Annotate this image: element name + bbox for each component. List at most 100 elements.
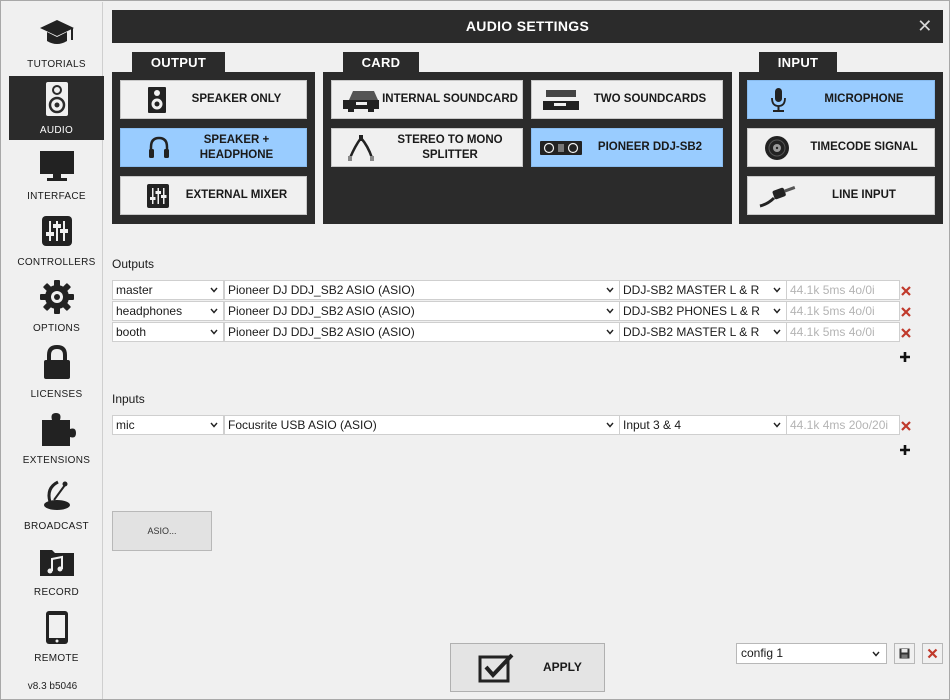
output-name-select[interactable]: master	[112, 280, 224, 300]
input-line-input-button[interactable]: LINE INPUT	[747, 176, 935, 215]
sidebar-item-label: EXTENSIONS	[22, 455, 91, 466]
input-device-value: Focusrite USB ASIO (ASIO)	[228, 418, 377, 432]
input-name-select[interactable]: mic	[112, 415, 224, 435]
output-name-select[interactable]: headphones	[112, 301, 224, 321]
chevron-down-icon	[606, 308, 614, 314]
add-output-icon[interactable]	[899, 351, 911, 363]
card-tab-label: CARD	[343, 52, 419, 72]
monitor-icon	[40, 151, 74, 181]
asio-settings-button[interactable]: ASIO...	[112, 511, 212, 551]
save-config-button[interactable]	[894, 643, 915, 664]
sidebar-item-label: REMOTE	[34, 653, 79, 664]
chevron-down-icon	[606, 422, 614, 428]
input-tab-label: INPUT	[759, 52, 837, 72]
card-two-soundcards-button[interactable]: TWO SOUNDCARDS	[531, 80, 723, 119]
chevron-down-icon	[210, 308, 218, 314]
input-info: 44.1k 4ms 20o/20i	[786, 415, 900, 435]
output-panel: SPEAKER ONLY SPEAKER + HEADPHONE EXTERNA…	[112, 72, 315, 224]
chevron-down-icon	[872, 651, 880, 657]
music-folder-icon	[40, 550, 74, 576]
output-name-select[interactable]: booth	[112, 322, 224, 342]
output-channel-select[interactable]: DDJ-SB2 MASTER L & R	[619, 280, 787, 300]
sidebar-item-extensions[interactable]: EXTENSIONS	[9, 406, 104, 470]
input-panel: MICROPHONE TIMECODE SIGNAL LINE INPUT	[739, 72, 943, 224]
option-label: SPEAKER ONLY	[191, 93, 282, 105]
sidebar: TUTORIALS AUDIO INTERFACE CONTROLLERS OP…	[2, 2, 104, 699]
output-speaker-only-button[interactable]: SPEAKER ONLY	[120, 80, 307, 119]
output-device-value: Pioneer DJ DDJ_SB2 ASIO (ASIO)	[228, 283, 415, 297]
chevron-down-icon	[773, 287, 781, 293]
output-info: 44.1k 5ms 4o/0i	[786, 280, 900, 300]
output-device-value: Pioneer DJ DDJ_SB2 ASIO (ASIO)	[228, 304, 415, 318]
card-pioneer-ddj-sb2-button[interactable]: PIONEER DDJ-SB2	[531, 128, 723, 167]
sidebar-item-remote[interactable]: REMOTE	[9, 604, 104, 668]
card-stereo-mono-splitter-button[interactable]: STEREO TO MONO SPLITTER	[331, 128, 523, 167]
sidebar-item-label: INTERFACE	[27, 191, 86, 202]
vinyl-icon	[765, 136, 789, 160]
output-channel-select[interactable]: DDJ-SB2 MASTER L & R	[619, 322, 787, 342]
version-label: v8.3 b5046	[27, 681, 78, 692]
delete-icon[interactable]	[901, 328, 911, 338]
chevron-down-icon	[210, 422, 218, 428]
speaker-icon	[148, 87, 166, 113]
chevron-down-icon	[606, 329, 614, 335]
chevron-down-icon	[210, 287, 218, 293]
output-device-select[interactable]: Pioneer DJ DDJ_SB2 ASIO (ASIO)	[224, 280, 620, 300]
sidebar-item-label: LICENSES	[30, 389, 83, 400]
tablet-icon	[46, 611, 68, 644]
input-device-select[interactable]: Focusrite USB ASIO (ASIO)	[224, 415, 620, 435]
delete-icon[interactable]	[901, 307, 911, 317]
headphones-icon	[149, 136, 169, 158]
output-channel-value: DDJ-SB2 PHONES L & R	[623, 304, 760, 318]
dialog-title: AUDIO SETTINGS	[465, 18, 590, 34]
output-device-select[interactable]: Pioneer DJ DDJ_SB2 ASIO (ASIO)	[224, 322, 620, 342]
delete-icon[interactable]	[901, 286, 911, 296]
output-name-value: master	[116, 283, 153, 297]
sidebar-item-audio[interactable]: AUDIO	[9, 76, 104, 140]
output-info: 44.1k 5ms 4o/0i	[786, 301, 900, 321]
sidebar-item-label: RECORD	[33, 587, 80, 598]
graduation-cap-icon	[40, 20, 74, 44]
sidebar-item-broadcast[interactable]: BROADCAST	[9, 472, 104, 536]
chevron-down-icon	[210, 329, 218, 335]
input-microphone-button[interactable]: MICROPHONE	[747, 80, 935, 119]
save-icon	[899, 648, 910, 659]
sidebar-item-record[interactable]: RECORD	[9, 538, 104, 602]
output-external-mixer-button[interactable]: EXTERNAL MIXER	[120, 176, 307, 215]
output-channel-value: DDJ-SB2 MASTER L & R	[623, 283, 760, 297]
checkmark-box-icon	[478, 653, 514, 683]
option-label: SPEAKER + HEADPHONE	[199, 133, 274, 161]
option-label: TWO SOUNDCARDS	[593, 93, 707, 105]
card-panel: INTERNAL SOUNDCARD TWO SOUNDCARDS STEREO…	[323, 72, 732, 224]
inputs-section-label: Inputs	[112, 392, 145, 406]
sidebar-item-licenses[interactable]: LICENSES	[9, 340, 104, 404]
delete-config-button[interactable]	[922, 643, 943, 664]
output-device-select[interactable]: Pioneer DJ DDJ_SB2 ASIO (ASIO)	[224, 301, 620, 321]
add-input-icon[interactable]	[899, 444, 911, 456]
splitter-cable-icon	[348, 135, 374, 161]
controller-icon	[540, 141, 582, 155]
input-name-value: mic	[116, 418, 135, 432]
sidebar-item-options[interactable]: OPTIONS	[9, 274, 104, 338]
sidebar-item-tutorials[interactable]: TUTORIALS	[9, 10, 104, 74]
card-internal-soundcard-button[interactable]: INTERNAL SOUNDCARD	[331, 80, 523, 119]
config-select[interactable]: config 1	[736, 643, 887, 664]
sidebar-item-controllers[interactable]: CONTROLLERS	[9, 208, 104, 272]
option-label: MICROPHONE	[824, 93, 904, 105]
sidebar-item-interface[interactable]: INTERFACE	[9, 142, 104, 206]
option-label: INTERNAL SOUNDCARD	[382, 93, 518, 105]
chevron-down-icon	[773, 329, 781, 335]
output-channel-value: DDJ-SB2 MASTER L & R	[623, 325, 760, 339]
delete-icon[interactable]	[901, 421, 911, 431]
output-speaker-headphone-button[interactable]: SPEAKER + HEADPHONE	[120, 128, 307, 167]
gear-icon	[40, 280, 74, 314]
apply-button[interactable]: APPLY	[450, 643, 605, 692]
speaker-icon	[46, 82, 68, 116]
input-timecode-signal-button[interactable]: TIMECODE SIGNAL	[747, 128, 935, 167]
chevron-down-icon	[606, 287, 614, 293]
output-device-value: Pioneer DJ DDJ_SB2 ASIO (ASIO)	[228, 325, 415, 339]
output-channel-select[interactable]: DDJ-SB2 PHONES L & R	[619, 301, 787, 321]
close-icon[interactable]: ✕	[915, 10, 935, 43]
input-channel-select[interactable]: Input 3 & 4	[619, 415, 787, 435]
sidebar-item-label: OPTIONS	[32, 323, 81, 334]
